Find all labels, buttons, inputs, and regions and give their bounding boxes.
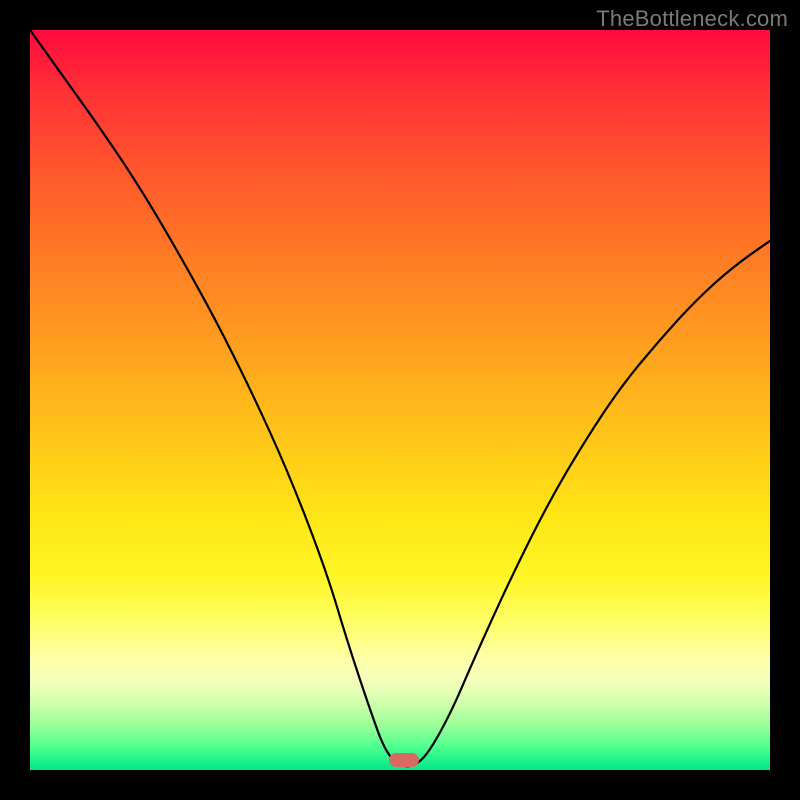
chart-frame: TheBottleneck.com: [0, 0, 800, 800]
chart-plot-area: [30, 30, 770, 770]
target-marker: [389, 753, 419, 767]
bottleneck-curve: [30, 30, 770, 770]
watermark-text: TheBottleneck.com: [596, 6, 788, 32]
